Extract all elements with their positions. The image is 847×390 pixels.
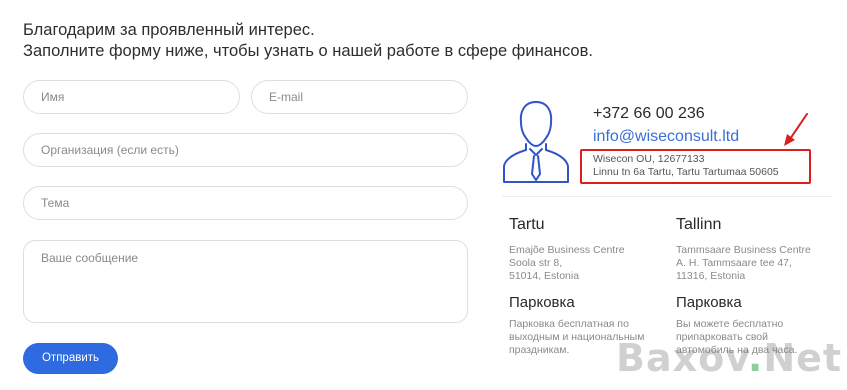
organization-placeholder: Организация (если есть) [41, 143, 179, 157]
office-address-tartu: Emajõe Business Centre Soola str 8, 5101… [509, 244, 625, 283]
watermark-dot: . [747, 336, 764, 380]
watermark-part-2: Net [763, 336, 843, 380]
address-line: A. H. Tammsaare tee 47, [676, 257, 792, 269]
watermark-part-1: Baxov [616, 336, 748, 380]
name-placeholder: Имя [41, 90, 65, 104]
parking-line: Парковка бесплатная по [509, 318, 629, 330]
message-placeholder: Ваше сообщение [41, 251, 139, 265]
organization-input[interactable]: Организация (если есть) [23, 133, 468, 167]
address-line: Soola str 8, [509, 257, 563, 269]
address-line: 51014, Estonia [509, 270, 580, 282]
subject-placeholder: Тема [41, 196, 70, 210]
company-details: Wisecon OU, 12677133 Linnu tn 6a Tartu, … [593, 153, 779, 179]
email-link[interactable]: info@wiseconsult.ltd [593, 128, 739, 146]
subject-input[interactable]: Тема [23, 186, 468, 220]
red-arrow-icon [784, 113, 808, 146]
message-textarea[interactable]: Ваше сообщение [23, 240, 468, 323]
email-placeholder: E-mail [269, 90, 304, 104]
office-city-tartu: Tartu [509, 216, 545, 233]
parking-line: Вы можете бесплатно [676, 318, 784, 330]
address-line: 11316, Estonia [676, 270, 746, 282]
name-input[interactable]: Имя [23, 80, 240, 114]
watermark: Baxov.Net [616, 336, 842, 380]
person-icon [503, 101, 569, 183]
company-line-2: Linnu tn 6a Tartu, Tartu Tartumaa 50605 [593, 166, 779, 178]
intro-text: Благодарим за проявленный интерес. Запол… [23, 20, 593, 62]
email-input[interactable]: E-mail [251, 80, 468, 114]
office-city-tallinn: Tallinn [676, 216, 722, 233]
parking-title-tartu: Парковка [509, 294, 575, 311]
address-line: Emajõe Business Centre [509, 244, 625, 256]
divider [502, 196, 832, 197]
phone-number[interactable]: +372 66 00 236 [593, 105, 705, 123]
address-line: Tammsaare Business Centre [676, 244, 811, 256]
parking-title-tallinn: Парковка [676, 294, 742, 311]
office-address-tallinn: Tammsaare Business Centre A. H. Tammsaar… [676, 244, 811, 283]
send-button[interactable]: Отправить [23, 343, 118, 374]
intro-line-2: Заполните форму ниже, чтобы узнать о наш… [23, 42, 593, 60]
intro-line-1: Благодарим за проявленный интерес. [23, 21, 315, 39]
company-line-1: Wisecon OU, 12677133 [593, 153, 705, 165]
